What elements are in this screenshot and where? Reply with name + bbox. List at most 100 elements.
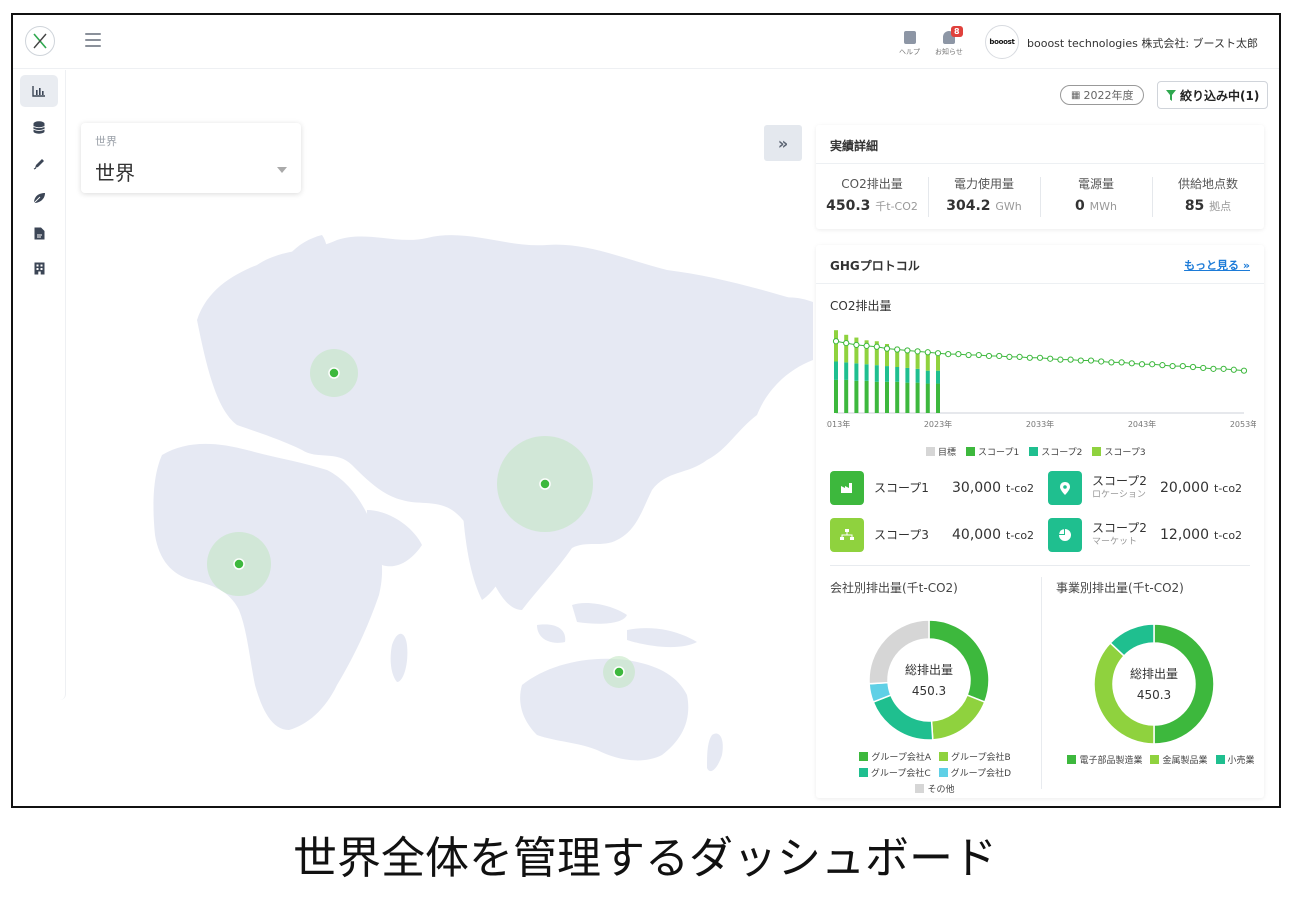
avatar[interactable]: booost [985,25,1019,59]
top-bar: ヘルプ 8 お知らせ booost booost technologies 株式… [13,15,1279,69]
help-label: ヘルプ [899,48,920,56]
sidebar-item-report[interactable] [20,217,58,249]
filter-label: 絞り込み中(1) [1180,88,1260,103]
legend-label: グループ会社A [871,753,931,763]
target-point-2044 [1149,361,1156,368]
target-point-2022 [924,349,931,356]
x-tick-label: 2023年 [924,419,952,429]
fiscal-year-label: 2022年度 [1083,89,1134,102]
scope-unit: t-co2 [1214,528,1243,542]
legend-item: スコープ2 [1029,445,1082,458]
bar-スコープ1-2017 [874,381,879,413]
metric-co2: CO2排出量 450.3 千t-CO2 [816,175,928,214]
legend-label: 電子部品製造業 [1079,756,1143,766]
metric-unit: MWh [1089,200,1117,213]
target-point-2037 [1077,357,1084,364]
scope-tile-scope2-location[interactable]: スコープ2 ロケーション 20,000 t-co2 [1048,470,1242,506]
bar-スコープ3-2015 [854,337,859,364]
target-point-2021 [914,348,921,355]
metric-label: 電源量 [1077,177,1114,191]
donut-center-value: 450.3 [1136,688,1172,702]
target-point-2024 [945,351,952,358]
bar-スコープ3-2013 [834,330,838,362]
marker-africa[interactable] [233,558,245,570]
co2-chart-title: CO2排出量 [830,299,892,313]
caret-down-icon [277,167,287,173]
marker-australia[interactable] [613,666,625,678]
business-donut-legend: 電子部品製造業 金属製品業 小売業 [1066,753,1256,766]
scope-sublabel: ロケーション [1092,490,1146,500]
bar-スコープ2-2017 [874,365,879,382]
scope-tile-scope3[interactable]: スコープ3 40,000 t-co2 [830,517,1034,553]
bell-icon: 8 [942,26,963,44]
region-select-label: 世界 [95,135,117,148]
target-point-2020 [904,347,911,354]
x-tick-label: 2033年 [1026,419,1054,429]
sidebar [13,70,66,700]
metric-power: 電力使用量 304.2 GWh [928,175,1040,214]
chevron-down-icon[interactable]: ⌄ [1251,35,1259,45]
scope-label: スコープ2 [1092,474,1147,488]
bar-スコープ2-2023 [936,370,940,384]
donut-slice-グループ会社B [930,694,986,741]
donut-slice-グループ会社C [872,694,934,741]
user-name[interactable]: booost technologies 株式会社: ブースト太郎 [1027,35,1258,51]
collapse-panel-button[interactable]: » [764,125,802,161]
scope-label: スコープ1 [874,481,929,495]
notice-count-badge: 8 [950,26,963,37]
legend-label: 目標 [938,448,957,458]
scope-label: スコープ2 [1092,521,1147,535]
bar-スコープ1-2022 [925,383,930,413]
help-button[interactable]: ヘルプ [899,31,920,57]
business-emission-title: 事業別排出量(千t-CO2) [1056,581,1184,595]
scope-unit: t-co2 [1006,481,1035,495]
sidebar-item-dashboard[interactable] [20,75,58,107]
legend-label: スコープ1 [978,448,1020,458]
target-point-2025 [955,351,962,358]
see-more-link[interactable]: もっと見る » [1184,257,1250,273]
performance-card: 実績詳細 CO2排出量 450.3 千t-CO2 電力使用量 304.2 GWh… [816,125,1264,229]
legend-label: 小売業 [1227,756,1255,766]
filter-button[interactable]: 絞り込み中(1) [1157,81,1269,109]
region-select-value: 世界 [95,161,135,185]
target-point-2013 [832,338,840,345]
network-icon [830,518,864,552]
metric-unit: GWh [995,200,1022,213]
metric-value: 0 [1075,198,1085,214]
notice-button[interactable]: 8 お知らせ [935,26,963,57]
target-point-2039 [1098,358,1105,365]
target-point-2036 [1067,356,1074,363]
notice-label: お知らせ [935,48,963,56]
app-window: ヘルプ 8 お知らせ booost booost technologies 株式… [11,13,1281,808]
company-donut-legend: グループ会社A グループ会社B グループ会社C グループ会社D その他 [840,750,1030,795]
factory-icon [830,471,864,505]
sidebar-item-facilities[interactable] [20,252,58,284]
help-book-icon [903,31,916,44]
legend-item: グループ会社C [858,766,931,779]
legend-item: その他 [915,782,955,795]
scope-tile-scope2-market[interactable]: スコープ2 マーケット 12,000 t-co2 [1048,517,1242,553]
sidebar-item-edit[interactable] [20,147,58,179]
metric-unit: 千t-CO2 [875,200,918,213]
target-point-2040 [1108,359,1115,366]
calendar-icon: ▦ [1071,89,1081,101]
target-point-2053 [1240,367,1248,374]
bar-スコープ3-2022 [925,354,930,371]
fiscal-year-selector[interactable]: ▦ 2022年度 [1060,85,1145,105]
marker-east-asia[interactable] [539,478,551,490]
marker-europe[interactable] [328,367,340,379]
sidebar-item-environment[interactable] [20,182,58,214]
scope-tile-scope1[interactable]: スコープ1 30,000 t-co2 [830,470,1034,506]
donut-center-value: 450.3 [911,684,947,698]
legend-item: 金属製品業 [1150,753,1208,766]
legend-item: 電子部品製造業 [1067,753,1142,766]
hamburger-menu-icon[interactable] [85,33,101,47]
target-point-2028 [985,352,993,360]
target-point-2030 [1006,353,1013,360]
bar-スコープ1-2023 [936,383,940,413]
region-select[interactable]: 世界 世界 [81,123,301,193]
app-logo[interactable] [25,26,55,56]
bar-スコープ1-2020 [905,382,910,413]
target-point-2043 [1138,361,1146,368]
sidebar-item-data[interactable] [20,111,58,143]
